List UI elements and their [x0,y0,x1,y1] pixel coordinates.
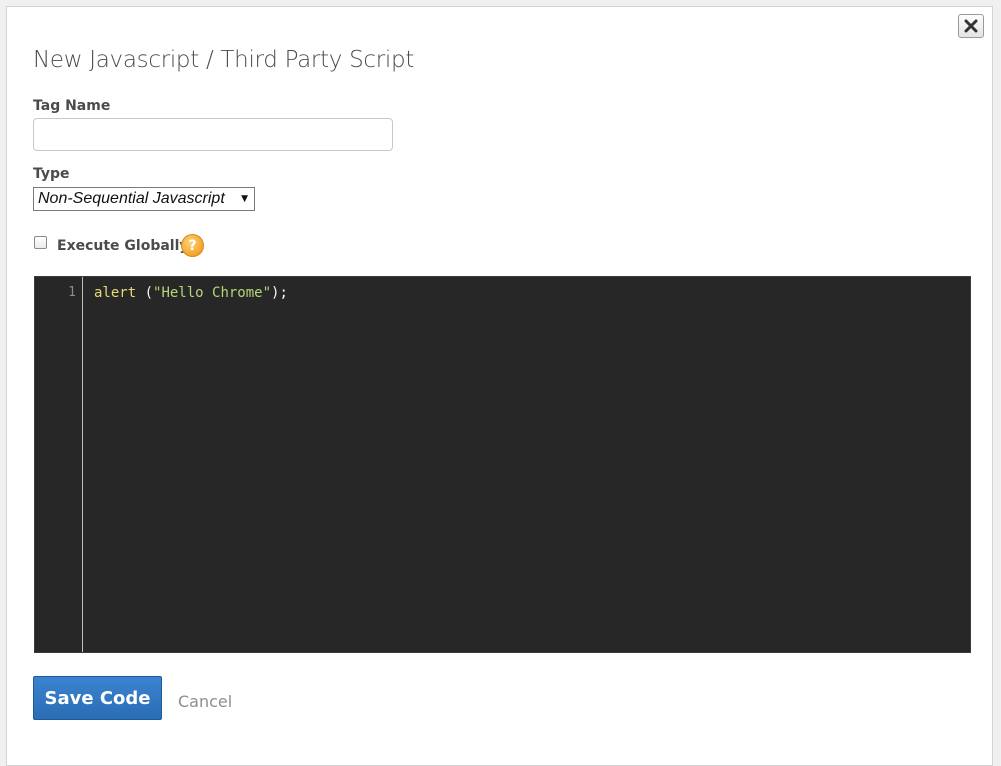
type-select-value: Non-Sequential Javascript [38,190,225,207]
help-icon[interactable]: ? [181,234,204,257]
dialog-title: New Javascript / Third Party Script [33,47,415,73]
type-select[interactable]: Non-Sequential Javascript ▼ [33,187,255,211]
code-token-close-paren: ); [271,285,288,301]
close-icon [964,19,978,33]
code-editor[interactable]: 1 alert ("Hello Chrome"); [34,276,971,653]
type-label: Type [33,166,70,182]
line-number: 1 [68,285,76,300]
new-script-dialog: New Javascript / Third Party Script Tag … [6,6,993,766]
code-line[interactable]: alert ("Hello Chrome"); [94,285,288,301]
execute-globally-label[interactable]: Execute Globally [57,238,189,254]
tag-name-label: Tag Name [33,98,111,114]
line-number-gutter: 1 [35,277,83,652]
code-token-string: "Hello Chrome" [153,285,272,301]
code-token-function: alert [94,285,137,301]
chevron-down-icon: ▼ [241,194,248,204]
close-button[interactable] [958,14,984,38]
save-code-button[interactable]: Save Code [33,676,162,720]
code-token-open-paren: ( [136,285,154,301]
tag-name-input[interactable] [33,118,393,151]
execute-globally-checkbox[interactable] [34,236,47,249]
cancel-link[interactable]: Cancel [178,692,232,711]
help-icon-glyph: ? [188,237,197,254]
